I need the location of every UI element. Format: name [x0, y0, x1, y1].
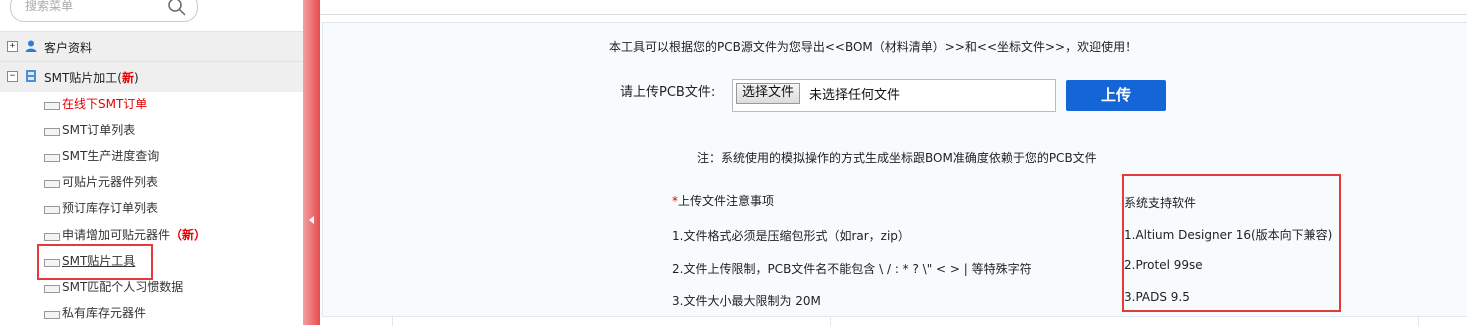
search-icon[interactable]: [167, 0, 187, 17]
software-title: 系统支持软件: [1124, 196, 1197, 210]
document-icon: [44, 233, 60, 241]
search-input[interactable]: [25, 0, 165, 13]
search-box[interactable]: [10, 0, 198, 22]
user-icon: [25, 40, 37, 52]
sidebar-item-smt-progress[interactable]: SMT生产进度查询: [40, 145, 300, 167]
document-icon: [44, 285, 60, 293]
breadcrumb-bar: [320, 0, 1467, 15]
no-file-text: 未选择任何文件: [809, 88, 901, 103]
sidebar-item-label: 申请增加可贴元器件（新）: [62, 226, 206, 243]
collapse-icon[interactable]: −: [7, 71, 18, 82]
upload-button[interactable]: 上传: [1066, 80, 1166, 111]
sidebar-collapse-bar[interactable]: [303, 0, 320, 325]
menu-group-label: 客户资料: [44, 41, 93, 55]
upload-label: 请上传PCB文件:: [620, 85, 716, 100]
accuracy-note: 注：系统使用的模拟操作的方式生成坐标跟BOM准确度依赖于您的PCB文件: [697, 151, 1097, 165]
sidebar-item-component-list[interactable]: 可贴片元器件列表: [40, 171, 300, 193]
group-label-paren: ): [134, 71, 139, 85]
intro-text: 本工具可以根据您的PCB源文件为您导出<<BOM（材料清单）>>和<<坐标文件>…: [609, 40, 1138, 54]
sidebar-item-private-stock[interactable]: 私有库存元器件: [40, 302, 300, 324]
sidebar-item-label: 私有库存元器件: [62, 306, 147, 320]
document-icon: [44, 206, 60, 214]
software-item: 3.PADS 9.5: [1124, 290, 1190, 304]
rule-item: 1.文件格式必须是压缩包形式（如rar，zip）: [672, 229, 910, 243]
sidebar-item-offline-smt-order[interactable]: 在线下SMT订单: [40, 93, 300, 115]
smt-chip-icon: [26, 70, 36, 82]
sidebar-item-label: SMT订单列表: [62, 123, 136, 137]
item-label-text: 申请增加可贴元器件: [62, 228, 171, 242]
sidebar-item-label: 预订库存订单列表: [62, 201, 159, 215]
group-label-text: SMT贴片加工(: [44, 71, 122, 85]
sidebar-item-label: 可贴片元器件列表: [62, 175, 159, 189]
document-icon: [44, 311, 60, 319]
sidebar-item-request-component[interactable]: 申请增加可贴元器件（新）: [40, 224, 300, 246]
rule-item: 2.文件上传限制，PCB文件名不能包含 \ / : * ? \" < > | 等…: [672, 262, 1032, 276]
file-input[interactable]: 选择文件 未选择任何文件: [732, 79, 1056, 112]
expand-icon[interactable]: +: [7, 41, 18, 52]
notice-title-text: 上传文件注意事项: [678, 194, 775, 208]
collapse-arrow-icon[interactable]: [309, 216, 314, 224]
upload-notice-title: *上传文件注意事项: [672, 192, 774, 209]
menu-group-smt[interactable]: − SMT贴片加工(新): [0, 61, 303, 92]
highlight-box-smt-tool: [37, 244, 153, 280]
document-icon: [44, 180, 60, 188]
new-badge: 新: [121, 71, 134, 85]
software-item: 1.Altium Designer 16(版本向下兼容): [1124, 228, 1333, 242]
document-icon: [44, 128, 60, 136]
menu-group-label: SMT贴片加工(新): [44, 69, 139, 86]
document-icon: [44, 154, 60, 162]
sidebar: + 客户资料 − SMT贴片加工(新) 在线下SMT订单 SMT订单列表 SMT…: [0, 0, 303, 325]
menu-group-customer[interactable]: + 客户资料: [0, 31, 303, 62]
software-item: 2.Protel 99se: [1124, 258, 1203, 272]
sidebar-item-label: 在线下SMT订单: [62, 97, 148, 111]
choose-file-button[interactable]: 选择文件: [736, 83, 801, 104]
sidebar-item-label: SMT生产进度查询: [62, 149, 160, 163]
rule-item: 3.文件大小最大限制为 20M: [672, 294, 821, 308]
document-icon: [44, 102, 60, 110]
sidebar-item-label: SMT匹配个人习惯数据: [62, 280, 184, 294]
sidebar-item-smt-order-list[interactable]: SMT订单列表: [40, 119, 300, 141]
sidebar-item-stock-order-list[interactable]: 预订库存订单列表: [40, 197, 300, 219]
new-badge: （新）: [170, 228, 207, 242]
